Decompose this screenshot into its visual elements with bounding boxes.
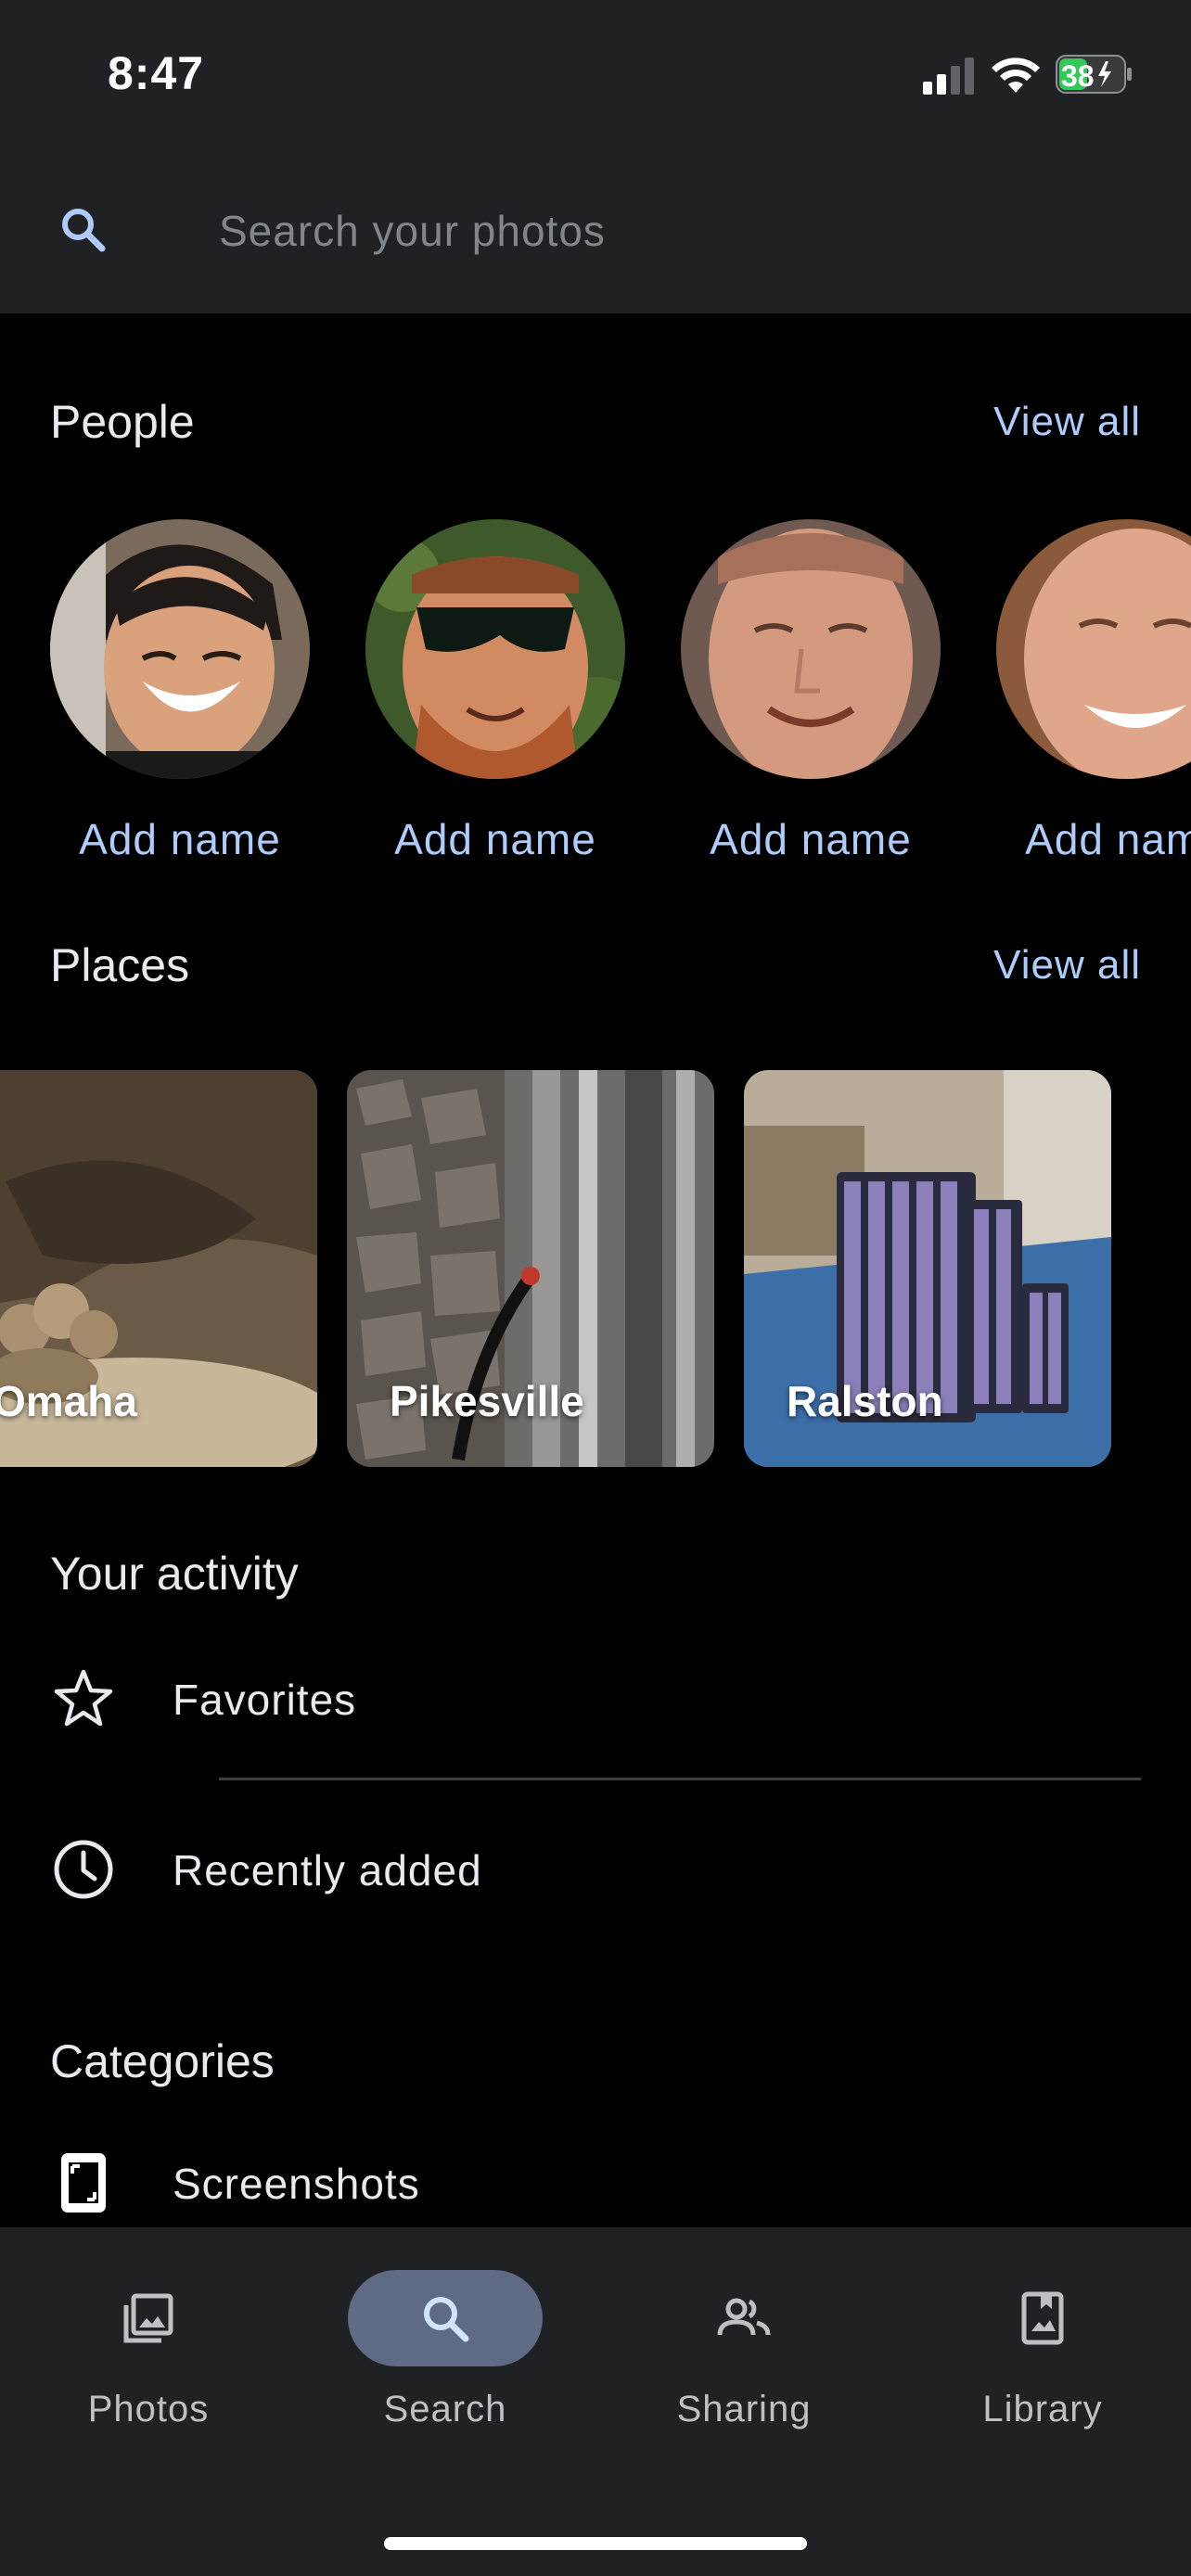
activity-section-header: Your activity <box>50 1547 1141 1612</box>
place-label: Omaha <box>0 1377 137 1425</box>
face-image <box>996 519 1191 779</box>
nav-library[interactable]: Library <box>931 2264 1154 2441</box>
face-image <box>365 519 625 779</box>
status-time: 8:47 <box>108 47 205 99</box>
search-icon <box>62 209 106 252</box>
search-input[interactable] <box>219 202 1128 260</box>
places-view-all-link[interactable]: View all <box>993 942 1141 988</box>
categories-section-header: Categories <box>50 2034 1141 2099</box>
nav-search[interactable]: Search <box>334 2264 557 2441</box>
nav-label: Library <box>982 2389 1103 2429</box>
person-avatar[interactable] <box>50 519 310 779</box>
person-item[interactable]: Add name <box>983 519 1191 872</box>
favorites-row[interactable]: Favorites <box>0 1641 1191 1753</box>
person-avatar[interactable] <box>681 519 941 779</box>
app-header: 8:47 38 <box>0 0 1191 313</box>
home-indicator[interactable] <box>384 2537 807 2550</box>
people-title: People <box>50 396 195 448</box>
categories-title: Categories <box>50 2035 275 2087</box>
battery-indicator: 38 <box>1056 54 1133 95</box>
person-name-label: Add name <box>710 815 912 863</box>
place-card[interactable]: Pikesville <box>347 1070 714 1467</box>
place-label: Ralston <box>787 1377 943 1425</box>
person-name-label: Add name <box>394 815 596 863</box>
places-section-header: Places View all <box>50 938 1141 1003</box>
person-item[interactable]: Add name <box>668 519 946 872</box>
face-image <box>50 519 310 779</box>
nav-label: Sharing <box>676 2389 812 2429</box>
nav-photos[interactable]: Photos <box>37 2264 260 2441</box>
clock-icon <box>54 1840 113 1899</box>
star-icon <box>54 1669 113 1727</box>
recently-added-row[interactable]: Recently added <box>0 1812 1191 1923</box>
people-carousel[interactable]: Add name Add name Add name Add nam <box>0 519 1191 872</box>
person-item[interactable]: Add name <box>37 519 315 872</box>
photos-icon <box>123 2293 173 2343</box>
nav-sharing[interactable]: Sharing <box>633 2264 855 2441</box>
favorites-label: Favorites <box>173 1676 357 1724</box>
person-avatar[interactable] <box>996 519 1191 779</box>
bottom-navigation: Photos Search Sharing Library <box>0 2227 1191 2576</box>
place-card[interactable]: Omaha <box>0 1070 317 1467</box>
people-section-header: People View all <box>50 395 1141 460</box>
activity-title: Your activity <box>50 1548 299 1600</box>
person-name-label: Add name <box>1025 815 1191 863</box>
recently-added-label: Recently added <box>173 1846 482 1894</box>
places-title: Places <box>50 939 190 991</box>
people-icon <box>717 2298 771 2336</box>
nav-label: Photos <box>87 2389 210 2429</box>
list-divider <box>219 1778 1141 1780</box>
person-name-label: Add name <box>79 815 281 863</box>
face-image <box>681 519 941 779</box>
person-item[interactable]: Add name <box>352 519 631 872</box>
library-icon <box>1021 2291 1064 2345</box>
place-card[interactable]: Ralston <box>744 1070 1111 1467</box>
place-label: Pikesville <box>390 1377 584 1425</box>
nav-label: Search <box>383 2389 507 2429</box>
screenshots-row[interactable]: Screenshots <box>0 2125 1191 2237</box>
person-avatar[interactable] <box>365 519 625 779</box>
people-view-all-link[interactable]: View all <box>993 399 1141 445</box>
places-carousel[interactable]: Omaha Pikesville Ralston <box>0 1070 1191 1469</box>
battery-percent: 38 <box>1061 59 1095 93</box>
phone-screenshot-icon <box>61 2153 106 2213</box>
wifi-icon <box>992 57 1040 93</box>
screenshots-label: Screenshots <box>173 2160 420 2208</box>
search-icon <box>424 2297 469 2342</box>
cellular-signal-icon <box>923 57 974 95</box>
search-bar[interactable] <box>0 176 1191 297</box>
